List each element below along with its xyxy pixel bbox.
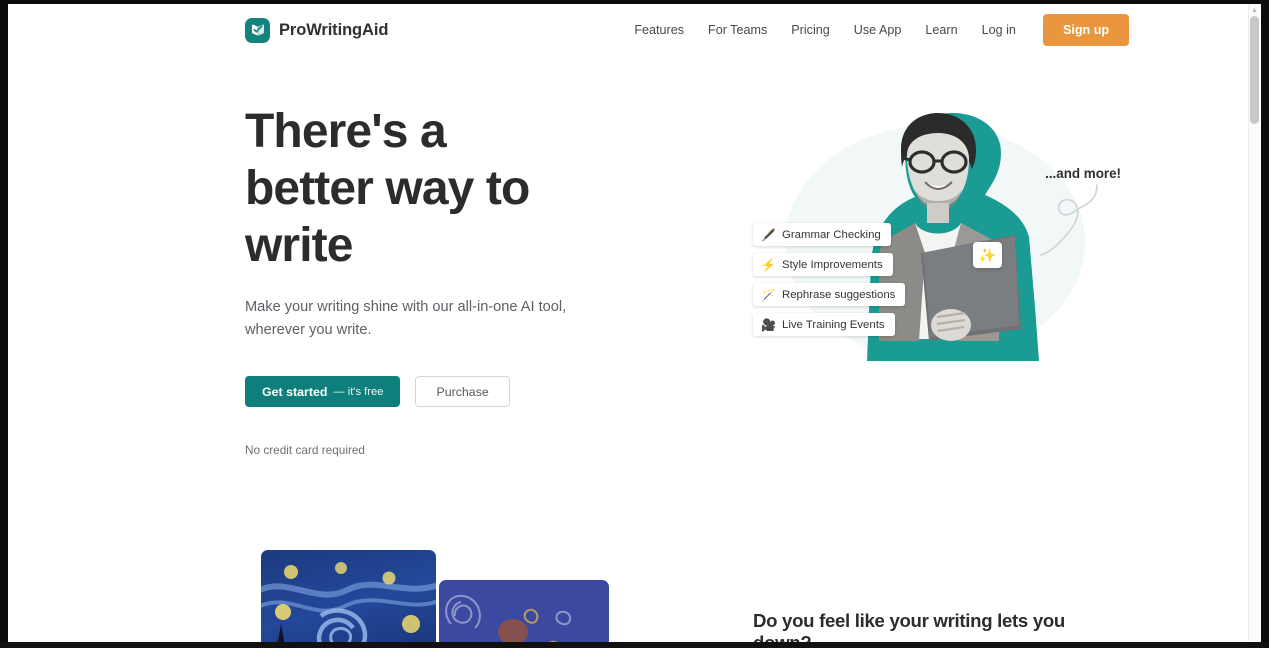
vertical-scrollbar[interactable]: ▲ — [1248, 4, 1261, 642]
pain-point-copy: Do you feel like your writing lets you d… — [753, 610, 1103, 642]
video-camera-icon: 🎥 — [761, 317, 776, 332]
nav-pricing[interactable]: Pricing — [779, 17, 842, 43]
nav-use-app[interactable]: Use App — [842, 17, 914, 43]
page-viewport: ProWritingAid Features For Teams Pricing… — [8, 4, 1261, 642]
doodle-sketch-card — [439, 580, 609, 642]
page-title: There's a better way to write — [245, 105, 530, 272]
magic-wand-icon: 🪄 — [761, 287, 776, 302]
hero-subtitle: Make your writing shine with our all-in-… — [245, 299, 567, 338]
lightning-bolt-icon: ⚡ — [761, 257, 776, 272]
no-credit-card-note: No credit card required — [245, 443, 365, 457]
chip-label: Live Training Events — [782, 318, 885, 331]
hero-illustration: 🖋️ Grammar Checking ⚡ Style Improvements… — [745, 103, 1125, 393]
scrollbar-thumb[interactable] — [1250, 16, 1259, 124]
fountain-pen-icon: 🖋️ — [761, 227, 776, 242]
hero-copy: There's a better way to write Make your … — [245, 103, 665, 457]
get-started-label: Get started — [262, 384, 328, 399]
main-navigation: Features For Teams Pricing Use App Learn… — [622, 14, 1130, 46]
nav-features[interactable]: Features — [622, 17, 696, 43]
chip-live-training-events[interactable]: 🎥 Live Training Events — [753, 313, 895, 336]
starry-night-comparison: My idea in my head — [253, 550, 673, 642]
and-more-annotation: ...and more! — [1045, 166, 1121, 181]
curly-pointer-line — [1040, 184, 1098, 256]
starry-night-painting — [261, 550, 436, 642]
sparkles-icon: ✨ — [978, 246, 997, 263]
chip-rephrase-suggestions[interactable]: 🪄 Rephrase suggestions — [753, 283, 906, 306]
feature-chip-list: 🖋️ Grammar Checking ⚡ Style Improvements… — [753, 223, 983, 343]
chip-label: Rephrase suggestions — [782, 288, 896, 301]
get-started-free-note: — it's free — [333, 385, 384, 398]
brand-logo[interactable]: ProWritingAid — [245, 17, 389, 43]
pain-point-section: My idea in my head Do you feel like your… — [8, 550, 1248, 642]
nav-for-teams[interactable]: For Teams — [696, 17, 779, 43]
browser-window: ProWritingAid Features For Teams Pricing… — [0, 0, 1269, 648]
chip-label: Grammar Checking — [782, 228, 881, 241]
get-started-button[interactable]: Get started — it's free — [245, 376, 401, 407]
nav-learn[interactable]: Learn — [913, 17, 969, 43]
site-header: ProWritingAid Features For Teams Pricing… — [8, 4, 1248, 56]
sign-up-button[interactable]: Sign up — [1042, 14, 1130, 46]
page-content: ProWritingAid Features For Teams Pricing… — [8, 4, 1248, 642]
hero-section: There's a better way to write Make your … — [8, 103, 1248, 457]
window-bottom-edge — [0, 642, 1269, 648]
sparkles-badge: ✨ — [973, 242, 1002, 268]
nav-log-in[interactable]: Log in — [970, 17, 1028, 43]
brand-name: ProWritingAid — [279, 20, 389, 39]
hero-cta-group: Get started — it's free Purchase — [245, 376, 665, 407]
scroll-up-arrow-icon[interactable]: ▲ — [1251, 7, 1258, 14]
chip-label: Style Improvements — [782, 258, 883, 271]
section-heading: Do you feel like your writing lets you d… — [753, 610, 1065, 642]
purchase-button[interactable]: Purchase — [415, 376, 510, 407]
book-check-icon — [245, 17, 270, 43]
chip-grammar-checking[interactable]: 🖋️ Grammar Checking — [753, 223, 891, 246]
chip-style-improvements[interactable]: ⚡ Style Improvements — [753, 253, 893, 276]
